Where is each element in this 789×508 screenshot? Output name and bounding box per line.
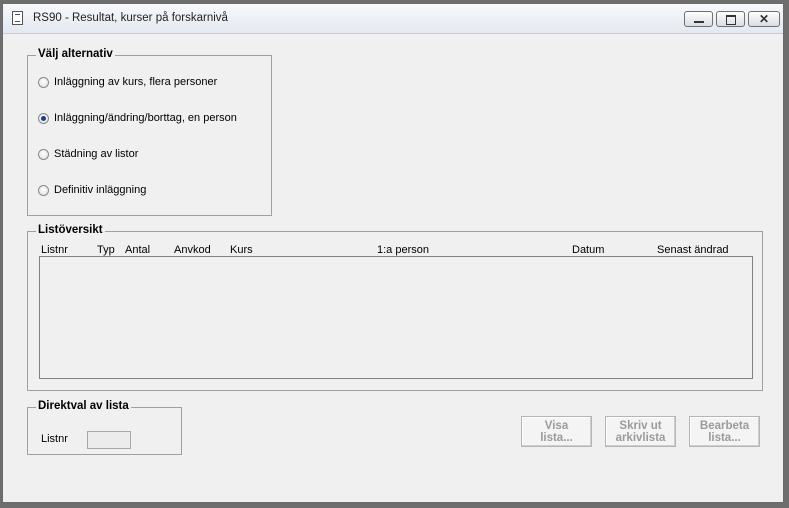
option-label: Inläggning/ändring/borttag, en person [54,112,237,124]
edit-list-button-line1: Bearbeta [699,420,750,432]
close-icon: ✕ [759,12,770,26]
print-archive-list-button-line1: Skriv ut [619,420,662,432]
list-overview-group: Listöversikt Listnr Typ Antal Anvkod Kur… [27,224,763,391]
column-header-typ: Typ [97,244,115,256]
maximize-icon [726,15,736,25]
radio-button-selected[interactable] [38,112,49,124]
option-label: Inläggning av kurs, flera personer [54,76,218,88]
option-course-multiple-persons[interactable]: Inläggning av kurs, flera personer [38,74,217,90]
option-label: Städning av listor [54,148,139,160]
maximize-button[interactable] [716,11,745,27]
radio-button[interactable] [38,148,49,160]
edit-list-button[interactable]: Bearbeta lista... [689,416,760,447]
column-header-anvkod: Anvkod [174,244,211,256]
close-button[interactable]: ✕ [748,11,780,27]
print-archive-list-button[interactable]: Skriv ut arkivlista [605,416,676,447]
view-list-button-line2: lista... [540,432,573,444]
list-overview-legend: Listöversikt [36,224,105,236]
column-header-first-person: 1:a person [377,244,429,256]
column-header-senast-andrad: Senast ändrad [657,244,729,256]
minimize-button[interactable] [684,11,713,27]
print-archive-list-button-line2: arkivlista [615,432,666,444]
option-clean-lists[interactable]: Städning av listor [38,146,138,162]
view-list-button-line1: Visa [544,420,569,432]
options-group-legend: Välj alternativ [36,48,115,60]
title-bar[interactable]: RS90 - Resultat, kurser på forskarnivå ✕ [3,4,783,34]
direct-select-group: Direktval av lista Listnr [27,400,182,455]
column-header-datum: Datum [572,244,605,256]
direct-select-legend: Direktval av lista [36,400,131,412]
option-definitive-entry[interactable]: Definitiv inläggning [38,182,146,198]
listnr-input[interactable] [87,431,131,449]
edit-list-button-line2: lista... [708,432,741,444]
radio-button[interactable] [38,76,49,88]
view-list-button[interactable]: Visa lista... [521,416,592,447]
option-edit-single-person[interactable]: Inläggning/ändring/borttag, en person [38,110,237,126]
option-label: Definitiv inläggning [54,184,147,196]
minimize-icon [694,21,704,23]
column-header-kurs: Kurs [230,244,253,256]
radio-button[interactable] [38,184,49,196]
column-header-antal: Antal [125,244,151,256]
window-title: RS90 - Resultat, kurser på forskarnivå [33,12,228,24]
options-group: Välj alternativ Inläggning av kurs, fler… [27,48,272,216]
listnr-label: Listnr [41,433,68,445]
document-icon[interactable] [12,11,23,25]
column-header-listnr: Listnr [41,244,68,256]
list-overview-listbox[interactable] [39,256,753,379]
main-window: RS90 - Resultat, kurser på forskarnivå ✕… [2,3,784,503]
